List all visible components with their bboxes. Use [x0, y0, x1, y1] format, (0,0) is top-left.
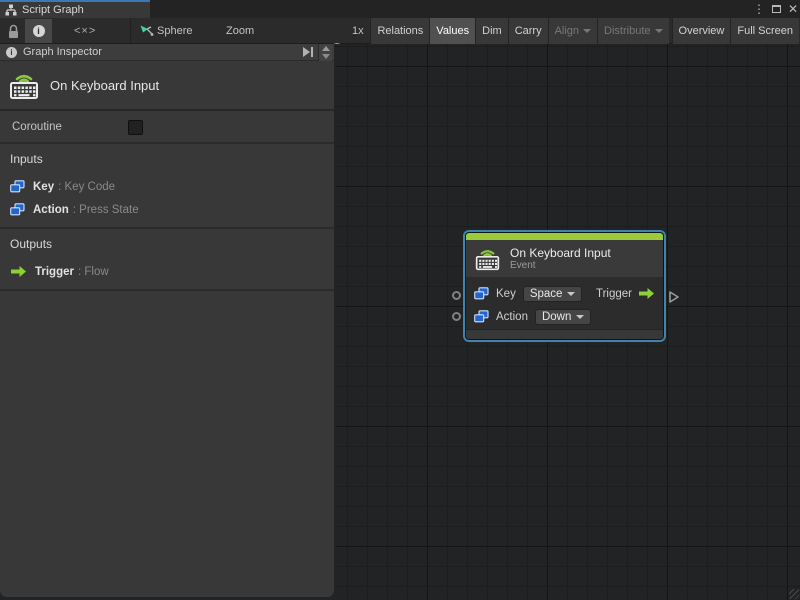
- chevron-down-icon: [576, 314, 585, 319]
- collapse-panel-icon[interactable]: [303, 47, 313, 57]
- inspector-toggle-button[interactable]: i: [25, 19, 52, 43]
- inputs-header: Inputs: [10, 152, 43, 166]
- coroutine-checkbox[interactable]: [128, 120, 143, 135]
- coroutine-label: Coroutine: [12, 120, 62, 133]
- outputs-header: Outputs: [10, 237, 53, 251]
- tab-bar: Script Graph ⋮ ✕: [0, 0, 800, 18]
- chevron-down-icon: [567, 291, 576, 296]
- scroll-down-icon[interactable]: [321, 53, 330, 59]
- keyboard-icon: [10, 74, 38, 99]
- resize-grip[interactable]: [789, 589, 799, 599]
- dim-button[interactable]: Dim: [475, 18, 508, 44]
- window-controls: ⋮ ✕: [753, 0, 798, 18]
- carry-button[interactable]: Carry: [507, 18, 548, 44]
- unit-title: On Keyboard Input: [50, 77, 160, 93]
- key-port-label: Key: [496, 287, 516, 300]
- chevron-down-icon: [654, 29, 663, 33]
- trigger-port-label: Trigger: [596, 287, 632, 300]
- graph-target-label[interactable]: Sphere: [157, 18, 192, 44]
- node-body: Key Space Trigger Action Down: [466, 277, 663, 333]
- node-header: On Keyboard Input Event: [466, 240, 663, 277]
- graph-pointer-icon: [140, 25, 154, 36]
- zoom-label: Zoom: [226, 25, 255, 37]
- key-input-port[interactable]: [452, 291, 461, 300]
- action-port-label: Action: [496, 310, 528, 323]
- value-port-icon: [474, 310, 489, 323]
- zoom-level-value: 1x: [352, 25, 364, 37]
- unity-visual-scripting-window: Script Graph ⋮ ✕ i <×> Sphere Zoom 1x Re…: [0, 0, 800, 600]
- inspector-title: Graph Inspector: [23, 46, 102, 58]
- keyboard-icon: [475, 250, 500, 271]
- toolbar: i <×> Sphere Zoom 1x Relations Values Di…: [0, 18, 800, 55]
- graph-icon: [5, 4, 17, 16]
- scroll-up-icon[interactable]: [321, 46, 330, 52]
- outputs-section: Outputs Trigger : Flow: [0, 229, 334, 291]
- maximize-icon[interactable]: [771, 5, 781, 13]
- lock-icon[interactable]: [7, 24, 20, 39]
- input-row-key: Key : Key Code: [10, 175, 334, 198]
- align-dropdown-button[interactable]: Align: [547, 18, 598, 44]
- inspector-header: i Graph Inspector: [0, 44, 334, 61]
- value-port-icon: [10, 180, 25, 193]
- toolbar-button-row: Relations Values Dim Carry Align Distrib…: [370, 18, 799, 44]
- values-button[interactable]: Values: [429, 18, 476, 44]
- graph-inspector-panel: i Graph Inspector On Keyboard Input Coro…: [0, 44, 335, 597]
- flow-arrow-icon: [11, 266, 26, 277]
- node-footer: [466, 329, 663, 339]
- coroutine-row: Coroutine: [0, 111, 334, 144]
- tab-label: Script Graph: [22, 4, 84, 16]
- chevron-down-icon: [583, 29, 592, 33]
- node-row-action: Action Down: [474, 306, 655, 327]
- flow-arrow-icon: [639, 288, 654, 299]
- node-on-keyboard-input[interactable]: On Keyboard Input Event Key Space Trigge…: [452, 233, 679, 339]
- node-accent-bar: [466, 233, 663, 240]
- value-port-icon: [474, 287, 489, 300]
- node-title: On Keyboard Input: [510, 245, 611, 260]
- input-row-action: Action : Press State: [10, 198, 334, 221]
- node-titles: On Keyboard Input Event: [510, 246, 611, 272]
- overview-button[interactable]: Overview: [671, 18, 731, 44]
- unit-header: On Keyboard Input: [0, 61, 334, 111]
- close-icon[interactable]: ✕: [788, 0, 798, 18]
- node-row-key: Key Space Trigger: [474, 283, 655, 304]
- distribute-dropdown-button[interactable]: Distribute: [597, 18, 669, 44]
- info-icon: i: [32, 25, 45, 37]
- toolbar-separator: [130, 18, 131, 44]
- relations-button[interactable]: Relations: [370, 18, 430, 44]
- trigger-output-port[interactable]: [668, 290, 680, 304]
- action-value-dropdown[interactable]: Down: [534, 308, 592, 325]
- node-subtitle: Event: [510, 259, 536, 271]
- tab-script-graph[interactable]: Script Graph: [0, 0, 150, 18]
- menu-icon[interactable]: ⋮: [753, 0, 765, 18]
- action-input-port[interactable]: [452, 312, 461, 321]
- value-port-icon: [10, 203, 25, 216]
- scroll-arrows[interactable]: [318, 44, 332, 61]
- code-view-icon[interactable]: <×>: [74, 18, 96, 44]
- info-icon: i: [6, 46, 17, 58]
- inputs-section: Inputs Key : Key Code Action : Press Sta…: [0, 144, 334, 229]
- full-screen-button[interactable]: Full Screen: [730, 18, 799, 44]
- key-value-dropdown[interactable]: Space: [522, 285, 583, 302]
- output-row-trigger: Trigger : Flow: [10, 260, 334, 283]
